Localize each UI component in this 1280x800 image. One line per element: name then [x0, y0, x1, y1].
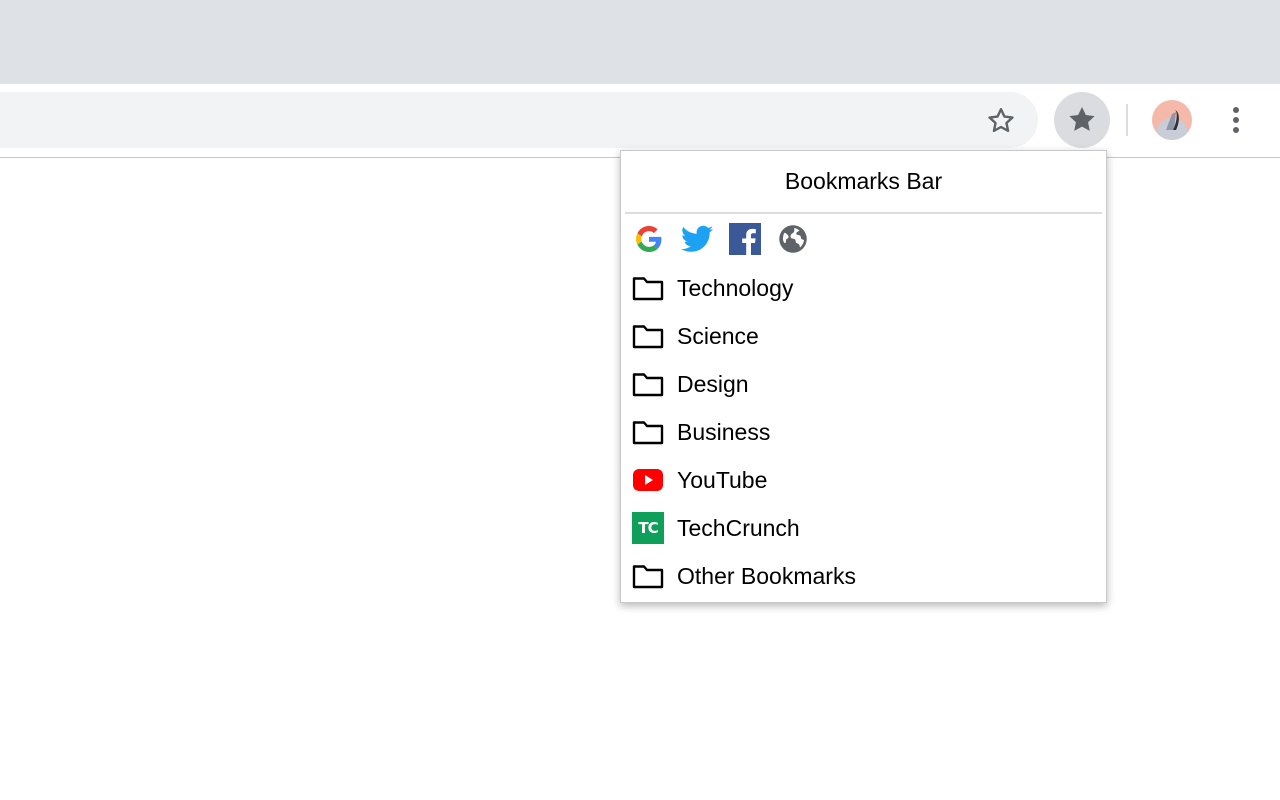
google-icon[interactable] — [633, 223, 665, 255]
bookmark-folder-other-bookmarks[interactable]: Other Bookmarks — [621, 552, 1106, 600]
address-bar[interactable] — [0, 92, 1038, 148]
browser-toolbar — [0, 84, 1280, 158]
facebook-icon[interactable] — [729, 223, 761, 255]
bookmark-label: Technology — [677, 274, 794, 301]
bookmark-techcrunch[interactable]: TC TechCrunch — [621, 504, 1106, 552]
bookmark-folder-technology[interactable]: Technology — [621, 264, 1106, 312]
bookmark-page-star-icon[interactable] — [984, 104, 1018, 138]
folder-icon — [632, 368, 664, 400]
techcrunch-logo: TC — [632, 512, 664, 544]
bookmark-list: Technology Science Design Business YouTu… — [621, 264, 1106, 600]
more-vert-icon[interactable] — [1216, 100, 1256, 140]
bookmark-label: Business — [677, 418, 771, 445]
folder-icon — [632, 272, 664, 304]
bookmark-label: Design — [677, 370, 749, 397]
bookmark-label: Science — [677, 322, 759, 349]
techcrunch-icon: TC — [632, 512, 664, 544]
folder-icon — [632, 320, 664, 352]
bookmarks-extension-button[interactable] — [1054, 92, 1110, 148]
bookmark-folder-science[interactable]: Science — [621, 312, 1106, 360]
tab-strip — [0, 0, 1280, 84]
popup-divider — [625, 212, 1102, 214]
popup-title: Bookmarks Bar — [784, 168, 943, 194]
bookmark-label: TechCrunch — [677, 514, 800, 541]
bookmark-label: YouTube — [677, 466, 768, 493]
bookmarks-popup: Bookmarks Bar Technology Science Design … — [620, 150, 1107, 603]
avatar[interactable] — [1152, 100, 1192, 140]
youtube-icon — [632, 464, 664, 496]
twitter-icon[interactable] — [681, 223, 713, 255]
star-filled-icon — [1069, 106, 1095, 131]
bookmark-label: Other Bookmarks — [677, 562, 856, 589]
bookmark-youtube[interactable]: YouTube — [621, 456, 1106, 504]
folder-icon — [632, 560, 664, 592]
bookmark-folder-business[interactable]: Business — [621, 408, 1106, 456]
toolbar-separator — [1126, 104, 1128, 136]
globe-icon[interactable] — [777, 223, 809, 255]
folder-icon — [632, 416, 664, 448]
bookmark-folder-design[interactable]: Design — [621, 360, 1106, 408]
quick-links — [633, 223, 809, 259]
